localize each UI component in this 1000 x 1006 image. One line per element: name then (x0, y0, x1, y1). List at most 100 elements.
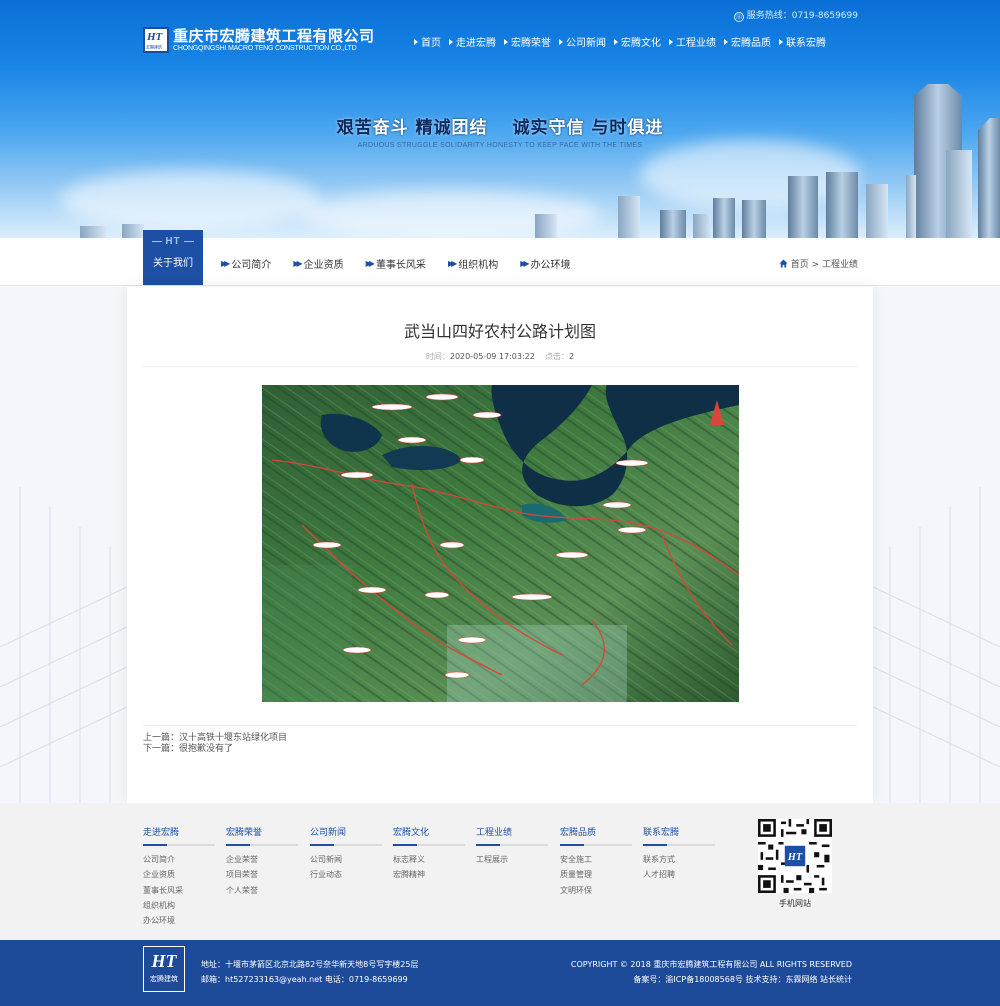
footer-column: 联系宏腾 联系方式 人才招聘 (643, 825, 715, 883)
footer-column-head[interactable]: 联系宏腾 (643, 825, 715, 846)
nav-item-about[interactable]: 走进宏腾 (447, 34, 502, 49)
nav-label: 宏腾文化 (621, 38, 661, 49)
footer-link[interactable]: 个人荣誉 (226, 883, 298, 898)
subnav-label: 办公环境 (530, 260, 571, 271)
nav-item-honors[interactable]: 宏腾荣誉 (502, 34, 557, 49)
publish-time: 2020-05-09 17:03:22 (449, 352, 535, 361)
road-plan-map-image[interactable] (262, 385, 739, 702)
phone-icon: ☏ (733, 12, 744, 22)
subnav-item-office[interactable]: ▶▶ 办公环境 (520, 256, 570, 271)
section-tab-label: 关于我们 (153, 258, 193, 269)
double-arrow-icon: ▶▶ (221, 259, 230, 268)
footer-column-head[interactable]: 工程业绩 (476, 825, 548, 846)
nav-label: 宏腾荣誉 (511, 38, 551, 49)
breadcrumb[interactable]: 首页 > 工程业绩 (779, 257, 858, 270)
footer-link[interactable]: 工程展示 (476, 852, 548, 867)
nav-item-culture[interactable]: 宏腾文化 (612, 34, 667, 49)
triangle-right-icon (779, 38, 783, 45)
slogan-part: 团结 (451, 118, 488, 138)
footer-link[interactable]: 企业荣誉 (226, 852, 298, 867)
double-arrow-icon: ▶▶ (365, 259, 375, 268)
slogan-part: 精诚 (408, 118, 452, 138)
nav-item-news[interactable]: 公司新闻 (557, 34, 612, 49)
footer-sitemap: 走进宏腾 公司简介 企业资质 董事长风采 组织机构 办公环境 宏腾荣誉 企业荣誉… (0, 803, 1000, 940)
footer-link[interactable]: 人才招聘 (643, 867, 715, 882)
logo-badge-text: HT (147, 31, 163, 43)
slogan-part: 艰苦 (336, 118, 373, 138)
triangle-right-icon (449, 38, 453, 45)
footer-email-phone: 邮箱：ht527233163@yeah.net 电话：0719-8659699 (201, 975, 408, 984)
footer-bottom-bar: HT 宏腾建筑 地址：十堰市茅箭区北京北路82号奈华新天地8号写字楼25层 邮箱… (0, 940, 1000, 1006)
section-tab-tag: HT (143, 236, 203, 247)
nav-item-projects[interactable]: 工程业绩 (667, 34, 722, 49)
footer-link[interactable]: 行业动态 (310, 867, 382, 882)
footer-column-head[interactable]: 走进宏腾 (143, 825, 215, 846)
subnav-label: 董事长风采 (375, 260, 426, 271)
subnav-item-chairman[interactable]: ▶▶ 董事长风采 (366, 256, 426, 271)
nav-item-home[interactable]: 首页 (412, 34, 447, 49)
footer-contact-info: 地址：十堰市茅箭区北京北路82号奈华新天地8号写字楼25层 邮箱：ht52723… (201, 957, 418, 987)
double-arrow-icon: ▶▶ (447, 259, 457, 268)
article-pagination: 上一篇：汉十高铁十堰东站绿化项目 下一篇：很抱歉没有了 (143, 733, 287, 755)
nav-item-quality[interactable]: 宏腾品质 (722, 34, 777, 49)
logo-badge-subtext: 宏腾建筑 (146, 45, 163, 50)
footer-column-head[interactable]: 宏腾文化 (393, 825, 465, 846)
footer-logo-text: HT (151, 951, 177, 971)
home-icon (779, 259, 788, 268)
footer-link[interactable]: 董事长风采 (143, 883, 215, 898)
mobile-site-qr[interactable]: HT 手机网站 (758, 819, 832, 909)
footer-link[interactable]: 项目荣誉 (226, 867, 298, 882)
nav-item-contact[interactable]: 联系宏腾 (777, 34, 832, 49)
footer-link[interactable]: 公司简介 (143, 852, 215, 867)
triangle-right-icon (724, 38, 728, 45)
footer-column-head[interactable]: 公司新闻 (310, 825, 382, 846)
footer-link[interactable]: 公司新闻 (310, 852, 382, 867)
service-hotline: ☏ 服务热线：0719-8659699 (733, 8, 858, 22)
triangle-right-icon (559, 38, 563, 45)
section-tab-about[interactable]: HT 关于我们 (143, 230, 203, 285)
footer-column: 宏腾文化 标志释义 宏腾精神 (393, 825, 465, 883)
footer-link[interactable]: 文明环保 (560, 883, 632, 898)
company-name-cn: 重庆市宏腾建筑工程有限公司 (173, 27, 375, 45)
footer-link[interactable]: 联系方式 (643, 852, 715, 867)
footer-link[interactable]: 企业资质 (143, 867, 215, 882)
svg-text:HT: HT (787, 852, 803, 863)
company-logo[interactable]: HT 宏腾建筑 重庆市宏腾建筑工程有限公司 CHONGQINGSHI MACRO… (143, 27, 375, 57)
subnav-item-organization[interactable]: ▶▶ 组织机构 (448, 256, 498, 271)
article-title: 武当山四好农村公路计划图 (403, 322, 596, 341)
triangle-right-icon (614, 38, 618, 45)
icp-record-text[interactable]: 备案号：渝ICP备18008568号 技术支持：东霖网络 站长统计 (571, 972, 852, 987)
click-count: 2 (569, 352, 575, 361)
prev-article-link[interactable]: 上一篇：汉十高铁十堰东站绿化项目 (143, 733, 287, 743)
nav-label: 宏腾品质 (731, 38, 771, 49)
divider (143, 366, 857, 367)
subnav-item-qualification[interactable]: ▶▶ 企业资质 (293, 256, 343, 271)
footer-link[interactable]: 标志释义 (393, 852, 465, 867)
double-arrow-icon: ▶▶ (520, 259, 529, 268)
footer-address: 地址：十堰市茅箭区北京北路82号奈华新天地8号写字楼25层 (201, 960, 419, 969)
slogan-part: 与时 (584, 118, 628, 138)
copyright-text: COPYRIGHT © 2018 重庆市宏腾建筑工程有限公司 ALL RIGHT… (570, 960, 852, 969)
footer-link[interactable]: 组织机构 (143, 898, 215, 913)
logo-badge: HT 宏腾建筑 (143, 27, 169, 53)
subnav-item-profile[interactable]: ▶▶ 公司简介 (221, 256, 271, 271)
header-banner: HT 宏腾建筑 重庆市宏腾建筑工程有限公司 CHONGQINGSHI MACRO… (0, 0, 1000, 238)
footer-link[interactable]: 宏腾精神 (393, 867, 465, 882)
footer-column: 工程业绩 工程展示 (476, 825, 548, 867)
clicks-label: 点击： (545, 352, 570, 361)
footer-logo[interactable]: HT 宏腾建筑 (143, 946, 185, 992)
subnav-label: 组织机构 (458, 260, 499, 271)
hotline-text: 服务热线：0719-8659699 (746, 11, 858, 21)
footer-link[interactable]: 质量管理 (560, 867, 632, 882)
footer-column: 宏腾品质 安全施工 质量管理 文明环保 (560, 825, 632, 898)
banner-slogan: 艰苦奋斗 精诚团结 诚实守信 与时俱进 ARDUOUS STRUGGLE SOL… (330, 113, 670, 149)
slogan-part: 守信 (548, 118, 585, 138)
footer-column-head[interactable]: 宏腾荣誉 (226, 825, 298, 846)
footer-link[interactable]: 办公环境 (143, 913, 215, 928)
next-article-link[interactable]: 下一篇：很抱歉没有了 (143, 744, 233, 754)
footer-link[interactable]: 安全施工 (560, 852, 632, 867)
nav-label: 工程业绩 (676, 38, 716, 49)
divider (143, 725, 857, 726)
footer-column-head[interactable]: 宏腾品质 (560, 825, 632, 846)
slogan-part: 诚实 (487, 118, 549, 138)
